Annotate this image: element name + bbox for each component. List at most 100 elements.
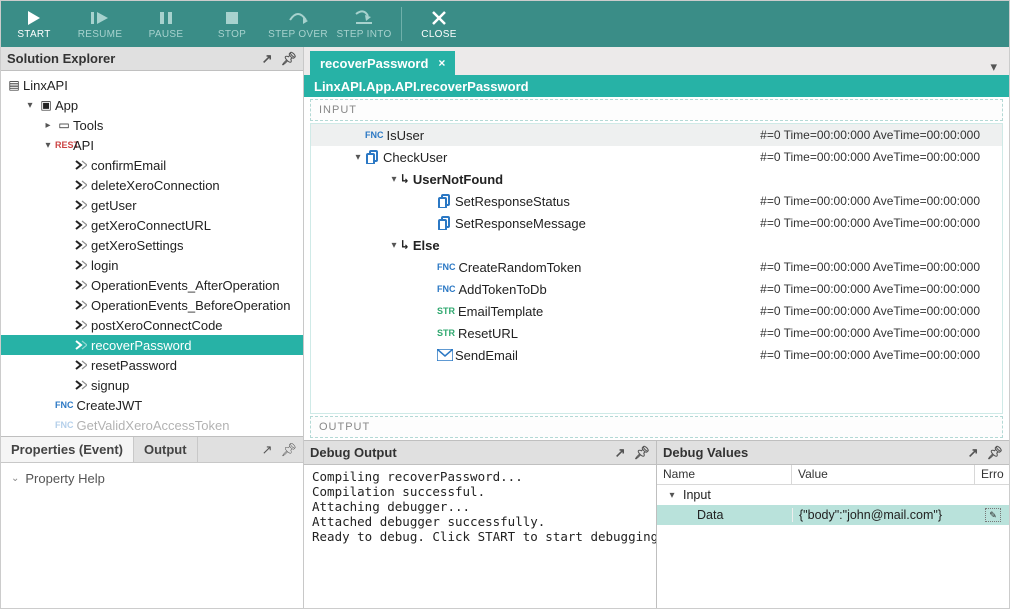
chevron-down-icon[interactable]: ▾	[351, 152, 365, 163]
tree-label: CreateJWT	[77, 398, 143, 413]
step-stats: #=0 Time=00:00:000 AveTime=00:00:000	[760, 194, 1002, 208]
tree-item-getuser[interactable]: getUser	[1, 195, 303, 215]
pause-icon	[159, 8, 173, 28]
breadcrumb-path: LinxAPI.App.API.recoverPassword	[314, 79, 529, 94]
chevron-down-icon[interactable]: ▾	[665, 490, 679, 501]
chevron-down-icon[interactable]: ▾	[41, 140, 55, 151]
step-reseturl[interactable]: STRResetURL#=0 Time=00:00:000 AveTime=00…	[311, 322, 1002, 344]
debug-value-row[interactable]: Data{"body":"john@mail.com"}✎	[657, 505, 1009, 525]
tree-label: getUser	[91, 198, 137, 213]
design-canvas[interactable]: FNCIsUser#=0 Time=00:00:000 AveTime=00:0…	[310, 123, 1003, 414]
col-value[interactable]: Value	[792, 465, 975, 484]
branch-icon	[437, 194, 455, 208]
tab-output[interactable]: Output	[134, 437, 198, 462]
pin-icon[interactable]: 📌︎	[633, 445, 650, 461]
tree-item-postxeroconnectcode[interactable]: postXeroConnectCode	[1, 315, 303, 335]
step-else[interactable]: ▾↳Else	[311, 234, 1002, 256]
step-stats: #=0 Time=00:00:000 AveTime=00:00:000	[760, 304, 1002, 318]
step-setresponsemessage[interactable]: SetResponseMessage#=0 Time=00:00:000 Ave…	[311, 212, 1002, 234]
tab-overflow-icon[interactable]: ▾	[984, 59, 1003, 75]
window-position-icon[interactable]: ↗	[262, 51, 273, 67]
chevron-right-icon[interactable]: ▸	[41, 120, 55, 131]
tree-item-login[interactable]: login	[1, 255, 303, 275]
operation-icon	[73, 338, 91, 352]
tree-item-resetpassword[interactable]: resetPassword	[1, 355, 303, 375]
tree-item-signup[interactable]: signup	[1, 375, 303, 395]
tree-label: resetPassword	[91, 358, 177, 373]
step-isuser[interactable]: FNCIsUser#=0 Time=00:00:000 AveTime=00:0…	[311, 124, 1002, 146]
operation-icon	[73, 378, 91, 392]
step-into-button: STEP INTO	[331, 1, 397, 47]
chevron-down-icon[interactable]: ▾	[387, 174, 401, 185]
step-into-icon	[354, 8, 374, 28]
tree-item-getxerosettings[interactable]: getXeroSettings	[1, 235, 303, 255]
window-position-icon[interactable]: ↗	[262, 442, 273, 458]
step-createrandomtoken[interactable]: FNCCreateRandomToken#=0 Time=00:00:000 A…	[311, 256, 1002, 278]
chevron-down-icon: ⌄	[11, 473, 19, 484]
col-error[interactable]: Erro	[975, 465, 1009, 484]
document-tabs: recoverPassword × ▾	[304, 47, 1009, 75]
chevron-down-icon[interactable]: ▾	[23, 100, 37, 111]
breadcrumb: LinxAPI.App.API.recoverPassword	[304, 75, 1009, 97]
tab-recoverpassword[interactable]: recoverPassword ×	[310, 51, 455, 75]
property-help-label: Property Help	[25, 471, 104, 486]
close-button[interactable]: CLOSE	[406, 1, 472, 47]
play-icon	[27, 8, 41, 28]
start-button[interactable]: START	[1, 1, 67, 47]
step-setresponsestatus[interactable]: SetResponseStatus #=0 Time=00:00:000 AveT…	[311, 190, 1002, 212]
property-help-area: ⌄ Property Help	[1, 463, 303, 608]
operation-icon	[73, 358, 91, 372]
tree-item-app[interactable]: ▾▣App	[1, 95, 303, 115]
step-emailtemplate[interactable]: STREmailTemplate #=0 Time=00:00:000 AveTi…	[311, 300, 1002, 322]
tree-label: Tools	[73, 118, 103, 133]
tree-item-tools[interactable]: ▸▭Tools	[1, 115, 303, 135]
property-help-toggle[interactable]: ⌄ Property Help	[11, 471, 293, 486]
step-label: EmailTemplate	[458, 304, 543, 319]
step-checkuser[interactable]: ▾CheckUser#=0 Time=00:00:000 AveTime=00:…	[311, 146, 1002, 168]
solution-tree[interactable]: ▤ LinxAPI ▾▣App▸▭Tools▾RESTAPIconfirmEma…	[1, 71, 303, 436]
close-icon	[431, 8, 447, 28]
edit-value-icon[interactable]: ✎	[985, 508, 1001, 522]
branch-icon	[365, 150, 383, 164]
tree-item-deletexeroconnection[interactable]: deleteXeroConnection	[1, 175, 303, 195]
solution-explorer-header: Solution Explorer ↗ 📌︎	[1, 47, 303, 71]
step-stats: #=0 Time=00:00:000 AveTime=00:00:000	[760, 326, 1002, 340]
branch-icon	[437, 216, 455, 230]
step-label: ResetURL	[458, 326, 518, 341]
tree-item-operationevents_afteroperation[interactable]: OperationEvents_AfterOperation	[1, 275, 303, 295]
tree-root[interactable]: ▤ LinxAPI	[1, 75, 303, 95]
tree-item-api[interactable]: ▾RESTAPI	[1, 135, 303, 155]
solution-explorer-title: Solution Explorer	[7, 51, 115, 66]
col-name[interactable]: Name	[657, 465, 792, 484]
tree-item-createjwt[interactable]: FNCCreateJWT	[1, 395, 303, 415]
tree-label: login	[91, 258, 118, 273]
step-label: UserNotFound	[413, 172, 503, 187]
tree-item-recoverpassword[interactable]: recoverPassword	[1, 335, 303, 355]
tree-item-operationevents_beforeoperation[interactable]: OperationEvents_BeforeOperation	[1, 295, 303, 315]
debug-values-body[interactable]: ▾ Input Data{"body":"john@mail.com"}✎	[657, 485, 1009, 608]
chevron-down-icon[interactable]: ▾	[387, 240, 401, 251]
pin-icon[interactable]: 📌︎	[986, 445, 1003, 461]
step-label: Else	[413, 238, 440, 253]
window-position-icon[interactable]: ↗	[615, 445, 626, 461]
debug-var-name: Input	[683, 488, 711, 502]
step-over-button: STEP OVER	[265, 1, 331, 47]
string-icon: STR	[437, 306, 455, 316]
step-label: SetResponseStatus	[455, 194, 570, 209]
tree-item-confirmemail[interactable]: confirmEmail	[1, 155, 303, 175]
pin-icon[interactable]: 📌︎	[280, 442, 297, 458]
debug-output-text[interactable]: Compiling recoverPassword... Compilation…	[304, 465, 656, 608]
debug-value-row[interactable]: ▾ Input	[657, 485, 1009, 505]
step-usernotfound[interactable]: ▾↳UserNotFound	[311, 168, 1002, 190]
step-addtokentodb[interactable]: FNCAddTokenToDb#=0 Time=00:00:000 AveTim…	[311, 278, 1002, 300]
step-sendemail[interactable]: SendEmail#=0 Time=00:00:000 AveTime=00:0…	[311, 344, 1002, 366]
pin-icon[interactable]: 📌︎	[280, 51, 297, 67]
close-tab-icon[interactable]: ×	[438, 56, 445, 70]
window-position-icon[interactable]: ↗	[968, 445, 979, 461]
tab-properties[interactable]: Properties (Event)	[1, 437, 134, 462]
tree-item-getxeroconnecturl[interactable]: getXeroConnectURL	[1, 215, 303, 235]
tree-item-getvalidxeroaccesstoken[interactable]: FNCGetValidXeroAccessToken	[1, 415, 303, 435]
step-label: AddTokenToDb	[459, 282, 547, 297]
debug-values-header: Debug Values ↗ 📌︎	[657, 441, 1009, 465]
function-icon: FNC	[437, 262, 456, 272]
